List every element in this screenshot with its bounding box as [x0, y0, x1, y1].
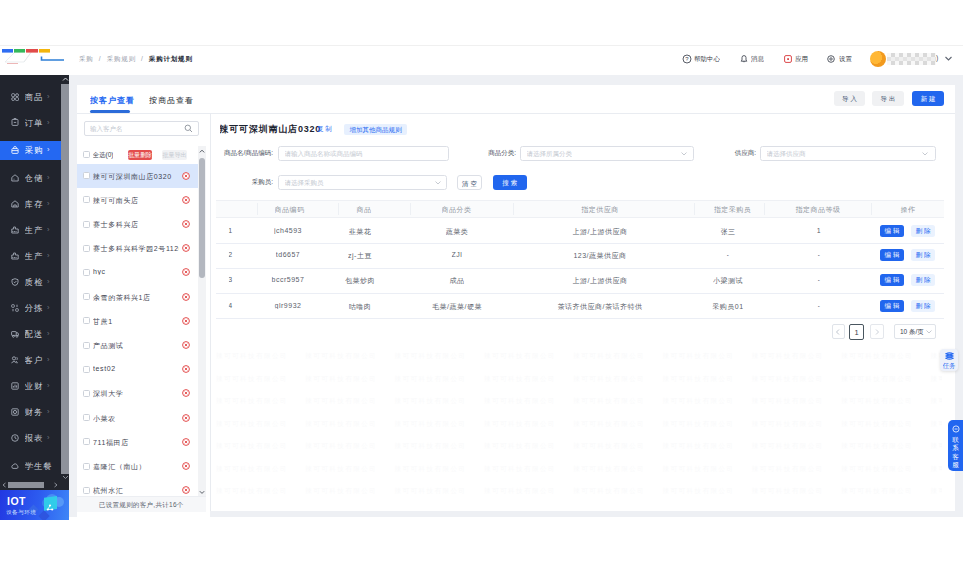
svg-text:?: ?	[685, 56, 689, 62]
